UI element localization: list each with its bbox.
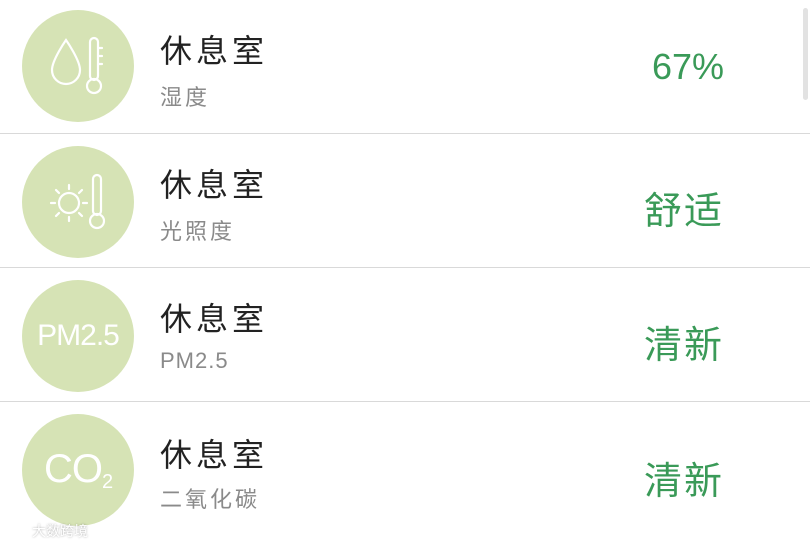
sun-thermometer-icon [22, 146, 134, 258]
scrollbar[interactable] [803, 8, 808, 100]
sensor-type-label: 二氧化碳 [160, 488, 261, 513]
humidity-thermometer-icon [22, 10, 134, 122]
co2-icon: CO2 [22, 414, 134, 526]
sensor-value: 67% [651, 46, 724, 87]
co2-icon-text: CO2 [43, 446, 113, 493]
room-name: 休息室 [160, 166, 269, 204]
watermark-text: 大数跨境 [32, 524, 88, 540]
sensor-row-illuminance[interactable]: 休息室 光照度 舒适 [0, 134, 810, 268]
sensor-row-humidity[interactable]: 休息室 湿度 67% [0, 0, 810, 134]
sensor-row-pm25[interactable]: PM2.5 休息室 PM2.5 清新 [0, 268, 810, 402]
watermark: 大数跨境 [6, 521, 88, 541]
sensor-type-label: 光照度 [160, 220, 236, 245]
room-name: 休息室 [160, 436, 269, 474]
pm25-icon-text: PM2.5 [37, 319, 120, 352]
sensor-type-label: PM2.5 [160, 348, 229, 373]
sensor-type-label: 湿度 [160, 86, 211, 111]
weibo-logo-icon [7, 524, 27, 540]
sensor-value: 舒适 [643, 189, 724, 233]
sensor-value: 清新 [643, 459, 724, 503]
room-name: 休息室 [160, 300, 269, 338]
sensor-value: 清新 [643, 323, 724, 367]
pm25-icon: PM2.5 [22, 280, 134, 392]
sensor-row-co2[interactable]: CO2 休息室 二氧化碳 清新 [0, 402, 810, 543]
room-name: 休息室 [160, 32, 269, 70]
